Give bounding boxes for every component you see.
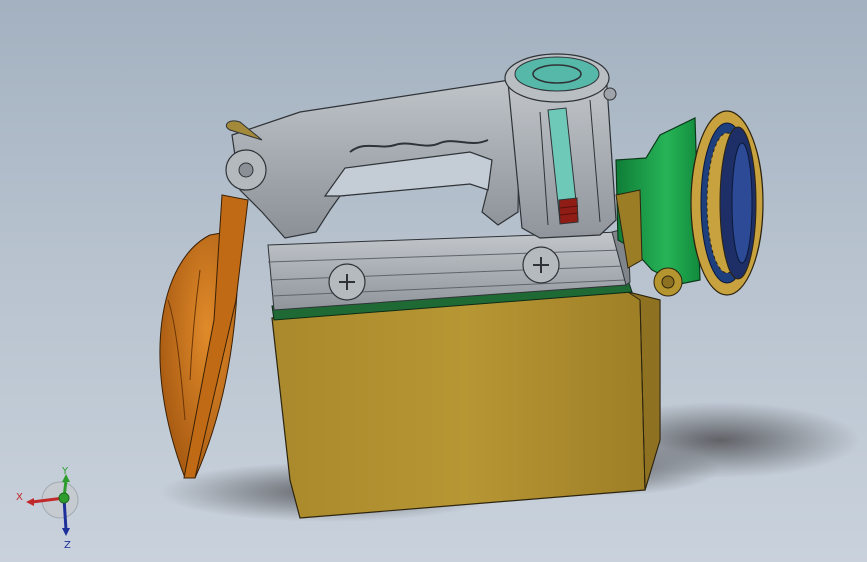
view-orientation-triad[interactable]: X Y Z [12,462,92,552]
lens-ring[interactable] [690,110,764,296]
carry-handle[interactable] [225,79,521,239]
z-axis-label: Z [64,540,71,551]
reflector-cover[interactable] [159,194,249,479]
frame-screw-right[interactable] [522,246,560,284]
frame-screw-left[interactable] [328,263,366,301]
lamp-model[interactable] [0,0,867,562]
battery-housing[interactable] [271,291,661,519]
x-axis-label: X [16,492,23,503]
y-axis-label: Y [61,466,69,477]
cad-viewport[interactable]: X Y Z [0,0,867,562]
